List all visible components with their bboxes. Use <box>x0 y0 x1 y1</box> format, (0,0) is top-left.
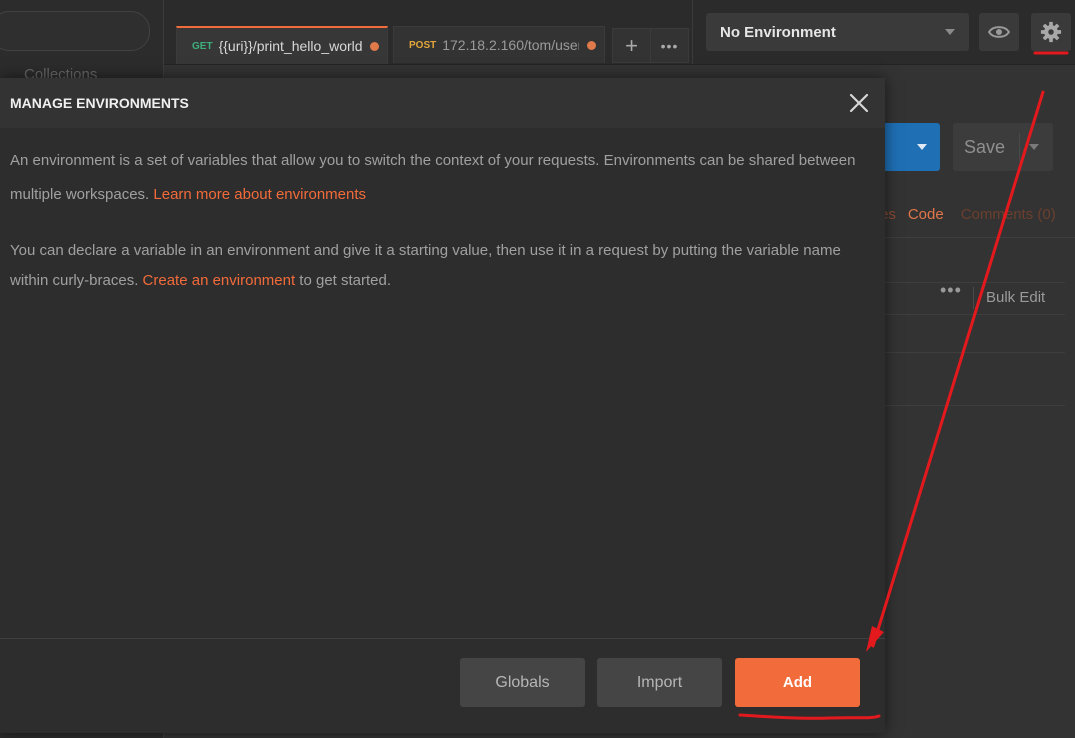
bulk-edit-link[interactable]: Bulk Edit <box>986 289 1045 306</box>
instructions-tail: to get started. <box>295 272 392 289</box>
manage-environments-button[interactable] <box>1031 13 1071 51</box>
close-button[interactable] <box>848 92 870 114</box>
request-tab-get[interactable]: GET {{uri}}/print_hello_world <box>176 26 388 64</box>
divider <box>884 314 1065 315</box>
save-button[interactable]: Save <box>953 123 1053 171</box>
learn-more-link[interactable]: Learn more about environments <box>153 186 366 203</box>
request-subtabs: es Code Comments (0) <box>880 206 1056 223</box>
unsaved-dot <box>587 41 596 50</box>
gear-icon <box>1040 21 1062 43</box>
divider <box>884 237 1075 238</box>
instructions-paragraph: You can declare a variable in an environ… <box>10 236 875 296</box>
tab-code[interactable]: Code <box>908 206 944 223</box>
divider <box>1019 133 1020 161</box>
manage-environments-modal: MANAGE ENVIRONMENTS An environment is a … <box>0 78 885 733</box>
caret-down-icon <box>917 144 927 150</box>
create-environment-link[interactable]: Create an environment <box>143 272 296 289</box>
tab-comments[interactable]: Comments (0) <box>961 206 1056 223</box>
close-icon <box>849 93 869 113</box>
tab-url: 172.18.2.160/tom/user <box>442 37 580 53</box>
request-tab-post[interactable]: POST 172.18.2.160/tom/user <box>393 26 605 63</box>
caret-down-icon <box>1029 144 1039 150</box>
new-tab-button[interactable]: + <box>612 28 651 63</box>
more-options-button[interactable]: ••• <box>940 280 962 301</box>
unsaved-dot <box>370 42 379 51</box>
environment-select-value: No Environment <box>720 23 836 41</box>
environment-quick-look-button[interactable] <box>979 13 1019 51</box>
caret-down-icon <box>945 29 955 35</box>
modal-header: MANAGE ENVIRONMENTS <box>0 78 885 128</box>
divider <box>884 282 1065 283</box>
modal-body: An environment is a set of variables tha… <box>10 144 875 296</box>
divider <box>884 405 1065 406</box>
params-table-header: ••• Bulk Edit <box>884 280 1065 314</box>
environment-select[interactable]: No Environment <box>706 13 969 51</box>
divider <box>884 352 1065 353</box>
method-badge: GET <box>192 40 213 52</box>
send-button[interactable] <box>880 123 940 171</box>
annotation-arrow-line <box>871 90 1045 648</box>
intro-paragraph: An environment is a set of variables tha… <box>10 144 875 212</box>
globals-button[interactable]: Globals <box>460 658 585 707</box>
eye-icon <box>988 26 1010 38</box>
intro-text: An environment is a set of variables tha… <box>10 152 856 203</box>
import-button[interactable]: Import <box>597 658 722 707</box>
sidebar-search-input[interactable] <box>0 11 150 51</box>
tab-more-button[interactable]: ••• <box>650 28 689 63</box>
save-button-label: Save <box>964 137 1006 157</box>
method-badge: POST <box>409 39 437 51</box>
tab-url: {{uri}}/print_hello_world <box>218 38 363 54</box>
instructions-text: You can declare a variable in an environ… <box>10 242 841 289</box>
add-button[interactable]: Add <box>735 658 860 707</box>
divider <box>692 0 693 64</box>
divider <box>0 638 885 639</box>
modal-title: MANAGE ENVIRONMENTS <box>10 95 189 111</box>
divider <box>973 287 974 309</box>
